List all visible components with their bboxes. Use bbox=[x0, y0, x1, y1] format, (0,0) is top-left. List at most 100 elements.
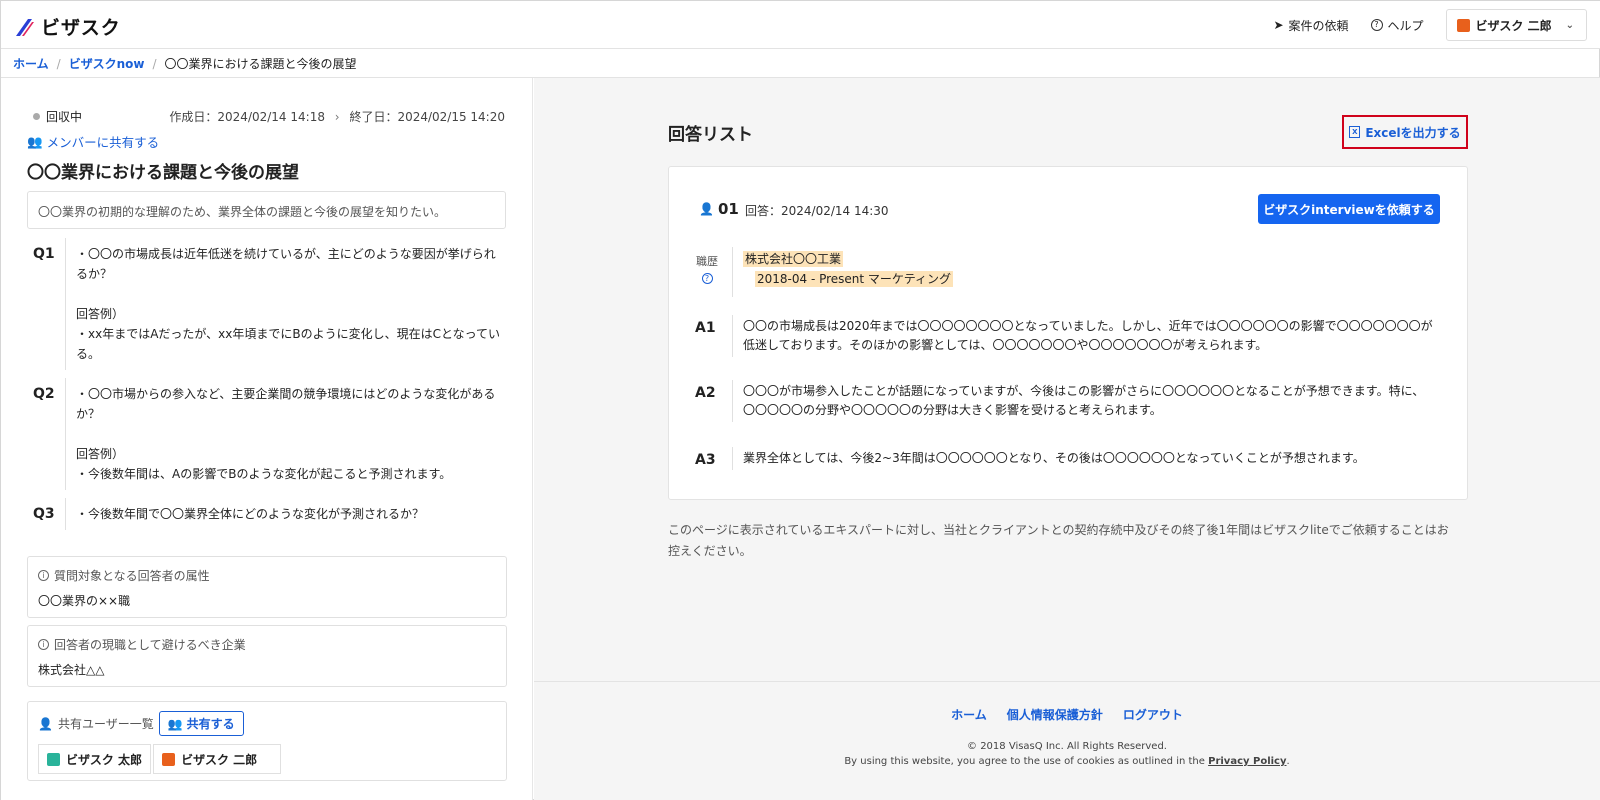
share-with-members-label: メンバーに共有する bbox=[46, 135, 160, 150]
copyright: © 2018 VisasQ Inc. All Rights Reserved. bbox=[967, 741, 1167, 752]
project-description: 〇〇業界の初期的な理解のため、業界全体の課題と今後の展望を知りたい。 bbox=[27, 191, 506, 229]
target-attribute-title: 質問対象となる回答者の属性 bbox=[54, 569, 210, 583]
info-icon: i bbox=[38, 570, 49, 581]
career-history: 株式会社〇〇工業 2018-04 - Present マーケティング bbox=[732, 247, 953, 297]
footer: ホーム 個人情報保護方針 ログアウト © 2018 VisasQ Inc. Al… bbox=[534, 681, 1600, 800]
avoid-company-card: i 回答者の現職として避けるべき企業 株式会社△△ bbox=[27, 625, 507, 687]
share-button-label: 共有する bbox=[186, 717, 235, 731]
app-window: ビザスク ➤ 案件の依頼 ? ヘルプ ビザスク 二郎 ⌄ ホーム / ビザスクn… bbox=[0, 0, 1600, 800]
answer-text: 業界全体としては、今後2~3年間は〇〇〇〇〇〇となり、その後は〇〇〇〇〇〇となっ… bbox=[732, 447, 1435, 470]
share-with-members-link[interactable]: 👥 メンバーに共有する bbox=[27, 132, 159, 151]
answer-list-title: 回答リスト bbox=[668, 125, 753, 145]
answer-item: A2 〇〇〇が市場参入したことが話題になっていますが、今後はこの影響がさらに〇〇… bbox=[695, 380, 1435, 422]
request-project-label: 案件の依頼 bbox=[1288, 18, 1349, 33]
career-position: 2018-04 - Present マーケティング bbox=[755, 271, 953, 287]
cookie-notice: By using this website, you agree to the … bbox=[844, 756, 1205, 767]
user-name: ビザスク 二郎 bbox=[1475, 18, 1552, 33]
answer-item: A1 〇〇の市場成長は2020年までは〇〇〇〇〇〇〇〇となっていました。しかし、… bbox=[695, 315, 1435, 357]
question-item: Q2 ・〇〇市場からの参入など、主要企業間の競争環境にはどのような変化があるか？… bbox=[27, 378, 507, 490]
help-link[interactable]: ? ヘルプ bbox=[1370, 17, 1424, 34]
breadcrumb-home[interactable]: ホーム bbox=[13, 55, 49, 72]
answer-label: A1 bbox=[695, 320, 716, 336]
user-menu[interactable]: ビザスク 二郎 ⌄ bbox=[1445, 9, 1587, 41]
export-excel-label: Excelを出力する bbox=[1365, 125, 1461, 140]
breadcrumb: ホーム / ビザスクnow / 〇〇業界における課題と今後の展望 bbox=[13, 55, 357, 72]
answer-list-panel: 回答リスト X Excelを出力する 👤 01 回答：2024/02/14 14… bbox=[534, 78, 1600, 800]
shared-user-name: ビザスク 二郎 bbox=[181, 752, 258, 767]
breadcrumb-separator: / bbox=[152, 56, 157, 71]
breadcrumb-separator: / bbox=[56, 56, 61, 71]
logo-text: ビザスク bbox=[41, 17, 121, 39]
question-circle-icon[interactable]: ? bbox=[701, 273, 713, 284]
question-label: Q1 bbox=[33, 246, 55, 262]
career-label-block: 職歴 ? bbox=[695, 253, 719, 284]
status-label: 回収中 bbox=[46, 110, 83, 124]
status-dot-icon bbox=[33, 113, 40, 120]
project-dates: 作成日：2024/02/14 14:18 › 終了日：2024/02/15 14… bbox=[169, 108, 505, 125]
career-company: 株式会社〇〇工業 bbox=[743, 251, 844, 267]
info-icon: i bbox=[38, 639, 49, 650]
target-attribute-value: 〇〇業界の××職 bbox=[38, 594, 131, 608]
help-label: ヘルプ bbox=[1387, 18, 1424, 33]
answer-label: A3 bbox=[695, 452, 716, 468]
shared-users-list: ビザスク 太郎 ビザスク 二郎 bbox=[38, 744, 496, 774]
shared-user-name: ビザスク 太郎 bbox=[66, 752, 143, 767]
footer-link-logout[interactable]: ログアウト bbox=[1123, 706, 1183, 723]
chevron-down-icon: ⌄ bbox=[1565, 19, 1574, 31]
avatar bbox=[162, 752, 176, 766]
users-icon: 👥 bbox=[27, 133, 43, 149]
send-icon: ➤ bbox=[1273, 18, 1284, 32]
shared-user-chip: ビザスク 二郎 bbox=[153, 744, 282, 774]
question-item: Q3 ・今後数年間で〇〇業界全体にどのような変化が予測されるか？ bbox=[27, 498, 507, 530]
footer-link-home[interactable]: ホーム bbox=[951, 706, 987, 723]
share-button[interactable]: 👥 共有する bbox=[158, 711, 244, 736]
privacy-policy-link[interactable]: Privacy Policy bbox=[1208, 756, 1286, 767]
question-item: Q1 ・〇〇の市場成長は近年低迷を続けているが、主にどのような要因が挙げられるか… bbox=[27, 238, 507, 370]
answer-date: 回答：2024/02/14 14:30 bbox=[745, 204, 889, 218]
user-icon: 👤 bbox=[699, 202, 714, 216]
question-label: Q3 bbox=[33, 506, 55, 522]
export-excel-button[interactable]: X Excelを出力する bbox=[1342, 115, 1468, 149]
career-label: 職歴 bbox=[696, 255, 718, 268]
shared-user-chip: ビザスク 太郎 bbox=[38, 744, 152, 774]
avatar bbox=[1456, 18, 1470, 32]
project-detail-panel: 回収中 作成日：2024/02/14 14:18 › 終了日：2024/02/1… bbox=[1, 78, 533, 800]
avoid-company-title: 回答者の現職として避けるべき企業 bbox=[54, 638, 246, 652]
end-date: 終了日：2024/02/15 14:20 bbox=[349, 110, 505, 124]
target-attribute-card: i 質問対象となる回答者の属性 〇〇業界の××職 bbox=[27, 556, 507, 618]
answer-text: 〇〇〇が市場参入したことが話題になっていますが、今後はこの影響がさらに〇〇〇〇〇… bbox=[732, 380, 1435, 422]
shared-users-title: 共有ユーザー一覧 bbox=[57, 717, 154, 731]
footer-link-privacy[interactable]: 個人情報保護方針 bbox=[1007, 706, 1103, 723]
project-title: 〇〇業界における課題と今後の展望 bbox=[27, 163, 299, 183]
avatar bbox=[47, 752, 60, 766]
created-date: 作成日：2024/02/14 14:18 bbox=[169, 110, 325, 124]
user-icon: 👤 bbox=[38, 716, 53, 731]
answer-card: 👤 01 回答：2024/02/14 14:30 ビザスクinterviewを依… bbox=[668, 166, 1468, 500]
request-interview-button[interactable]: ビザスクinterviewを依頼する bbox=[1258, 194, 1440, 224]
footer-copyright-block: © 2018 VisasQ Inc. All Rights Reserved. … bbox=[534, 739, 1600, 769]
footer-links: ホーム 個人情報保護方針 ログアウト bbox=[534, 706, 1600, 723]
question-text: ・〇〇市場からの参入など、主要企業間の競争環境にはどのような変化があるか？ 回答… bbox=[65, 378, 507, 490]
question-label: Q2 bbox=[33, 386, 55, 402]
status-badge: 回収中 bbox=[33, 108, 82, 125]
request-project-link[interactable]: ➤ 案件の依頼 bbox=[1273, 17, 1348, 34]
answer-number-value: 01 bbox=[717, 200, 739, 218]
question-text: ・〇〇の市場成長は近年低迷を続けているが、主にどのような要因が挙げられるか？ 回… bbox=[65, 238, 507, 370]
avoid-company-value: 株式会社△△ bbox=[38, 663, 105, 677]
question-text: ・今後数年間で〇〇業界全体にどのような変化が予測されるか？ bbox=[65, 498, 507, 530]
breadcrumb-current: 〇〇業界における課題と今後の展望 bbox=[164, 57, 357, 71]
top-header: ビザスク ➤ 案件の依頼 ? ヘルプ ビザスク 二郎 ⌄ bbox=[1, 1, 1600, 49]
answer-label: A2 bbox=[695, 385, 716, 401]
excel-icon: X bbox=[1349, 126, 1361, 138]
chevron-right-icon: › bbox=[334, 110, 340, 124]
users-icon: 👥 bbox=[167, 716, 183, 731]
breadcrumb-visasq-now[interactable]: ビザスクnow bbox=[69, 55, 145, 72]
logo[interactable]: ビザスク bbox=[13, 13, 121, 40]
answer-number: 👤 01 bbox=[699, 200, 739, 218]
shared-users-card: 👤 共有ユーザー一覧 👥 共有する ビザスク 太郎 ビザスク 二郎 bbox=[27, 701, 507, 781]
answer-text: 〇〇の市場成長は2020年までは〇〇〇〇〇〇〇〇となっていました。しかし、近年で… bbox=[732, 315, 1435, 357]
logo-mark-icon bbox=[16, 18, 34, 36]
question-circle-icon: ? bbox=[1370, 19, 1383, 31]
answer-item: A3 業界全体としては、今後2~3年間は〇〇〇〇〇〇となり、その後は〇〇〇〇〇〇… bbox=[695, 447, 1435, 470]
notice-text: このページに表示されているエキスパートに対し、当社とクライアントとの契約存続中及… bbox=[668, 523, 1449, 558]
